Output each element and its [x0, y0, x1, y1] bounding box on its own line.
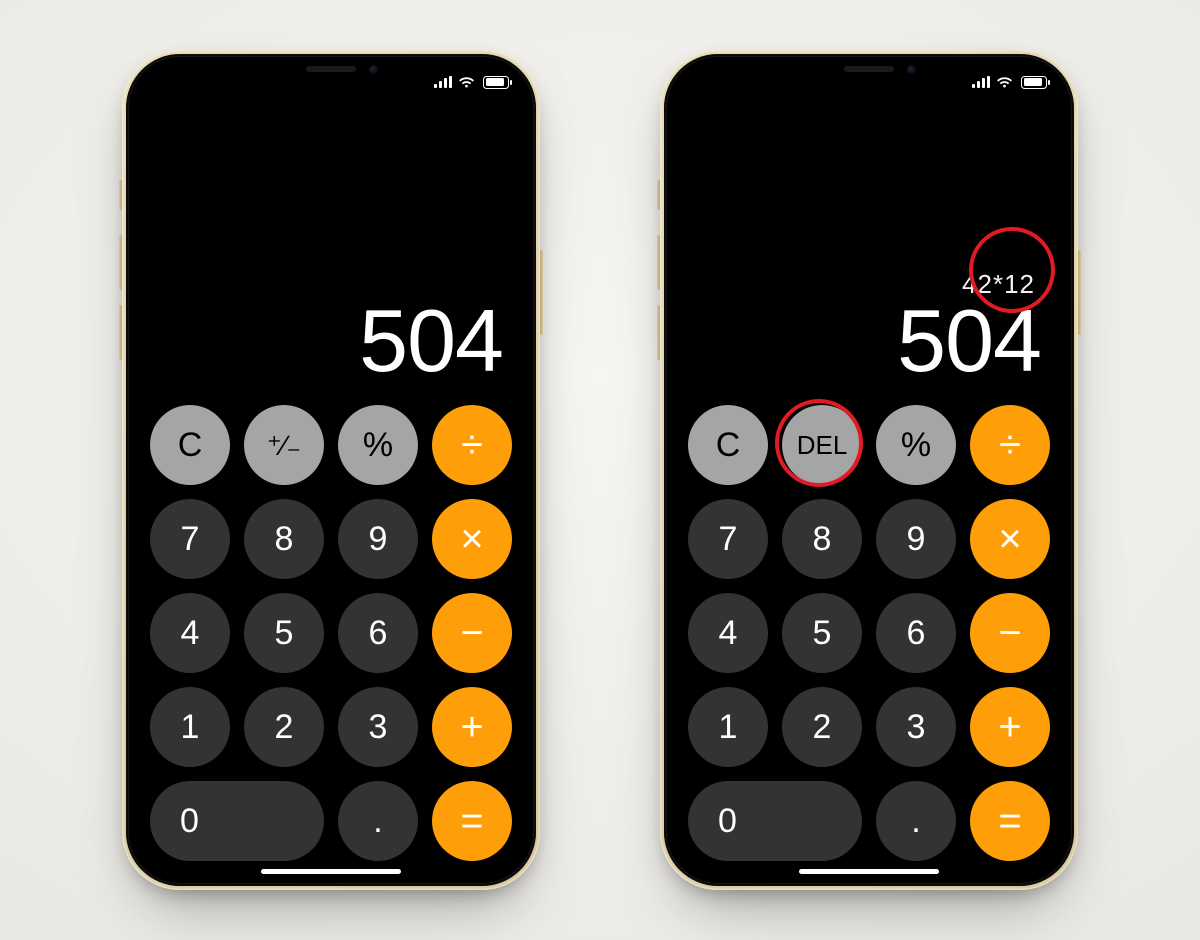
- phone-original: 504 C ⁺∕₋%÷ 789× 456− 123+0.=: [122, 50, 540, 890]
- digit-9[interactable]: 9: [338, 499, 418, 579]
- plus-button[interactable]: +: [432, 687, 512, 767]
- phone-notch: [784, 57, 954, 87]
- digit-4[interactable]: 4: [150, 593, 230, 673]
- phone-side-button: [119, 235, 122, 290]
- digit-2[interactable]: 2: [244, 687, 324, 767]
- formula-readout: 42*12: [962, 269, 1035, 299]
- phone-side-button: [657, 305, 660, 360]
- percent-button[interactable]: %: [338, 405, 418, 485]
- minus-button[interactable]: −: [432, 593, 512, 673]
- home-indicator[interactable]: [261, 869, 401, 874]
- delete-button[interactable]: DEL: [782, 405, 862, 485]
- equals-button[interactable]: =: [432, 781, 512, 861]
- comparison-stage: 504C⁺∕₋%÷789×456−123+0.= 42*12504CDEL%÷7…: [0, 0, 1200, 940]
- calculator-display: 42*12504: [667, 101, 1071, 387]
- plus-minus-icon: ⁺∕₋: [267, 429, 301, 462]
- wifi-icon: [458, 76, 475, 89]
- phone-redesigned: 42*12504 C DEL%÷ 789× 456− 123+0.=: [660, 50, 1078, 890]
- phone-side-button: [119, 180, 122, 210]
- battery-icon: [1021, 76, 1047, 89]
- digit-5[interactable]: 5: [244, 593, 324, 673]
- plus-button[interactable]: +: [970, 687, 1050, 767]
- phone-screen: 42*12504 C DEL%÷ 789× 456− 123+0.=: [667, 57, 1071, 883]
- multiply-button[interactable]: ×: [432, 499, 512, 579]
- divide-button[interactable]: ÷: [970, 405, 1050, 485]
- digit-2[interactable]: 2: [782, 687, 862, 767]
- cellular-icon: [972, 76, 990, 88]
- equals-button[interactable]: =: [970, 781, 1050, 861]
- plus-minus-button[interactable]: ⁺∕₋: [244, 405, 324, 485]
- delete-label: DEL: [797, 430, 848, 461]
- phone-side-button: [1078, 250, 1081, 335]
- digit-0[interactable]: 0: [150, 781, 324, 861]
- phone-notch: [246, 57, 416, 87]
- home-indicator[interactable]: [799, 869, 939, 874]
- phone-side-button: [540, 250, 543, 335]
- digit-8[interactable]: 8: [782, 499, 862, 579]
- digit-3[interactable]: 3: [338, 687, 418, 767]
- cellular-icon: [434, 76, 452, 88]
- wifi-icon: [996, 76, 1013, 89]
- digit-3[interactable]: 3: [876, 687, 956, 767]
- digit-7[interactable]: 7: [150, 499, 230, 579]
- digit-8[interactable]: 8: [244, 499, 324, 579]
- phone-side-button: [119, 305, 122, 360]
- digit-7[interactable]: 7: [688, 499, 768, 579]
- digit-4[interactable]: 4: [688, 593, 768, 673]
- digit-1[interactable]: 1: [688, 687, 768, 767]
- digit-6[interactable]: 6: [876, 593, 956, 673]
- digit-0[interactable]: 0: [688, 781, 862, 861]
- digit-1[interactable]: 1: [150, 687, 230, 767]
- phone-side-button: [657, 235, 660, 290]
- percent-button[interactable]: %: [876, 405, 956, 485]
- divide-button[interactable]: ÷: [432, 405, 512, 485]
- clear-button[interactable]: C: [150, 405, 230, 485]
- decimal-button[interactable]: .: [338, 781, 418, 861]
- digit-5[interactable]: 5: [782, 593, 862, 673]
- phone-side-button: [657, 180, 660, 210]
- phone-screen: 504 C ⁺∕₋%÷ 789× 456− 123+0.=: [129, 57, 533, 883]
- calculator-display: 504: [129, 101, 533, 387]
- minus-button[interactable]: −: [970, 593, 1050, 673]
- multiply-button[interactable]: ×: [970, 499, 1050, 579]
- decimal-button[interactable]: .: [876, 781, 956, 861]
- battery-icon: [483, 76, 509, 89]
- result-readout[interactable]: 504: [897, 297, 1041, 385]
- calculator-keypad: C ⁺∕₋%÷ 789× 456− 123+0.=: [129, 387, 533, 883]
- calculator-keypad: C DEL%÷ 789× 456− 123+0.=: [667, 387, 1071, 883]
- digit-9[interactable]: 9: [876, 499, 956, 579]
- digit-6[interactable]: 6: [338, 593, 418, 673]
- clear-button[interactable]: C: [688, 405, 768, 485]
- result-readout[interactable]: 504: [359, 297, 503, 385]
